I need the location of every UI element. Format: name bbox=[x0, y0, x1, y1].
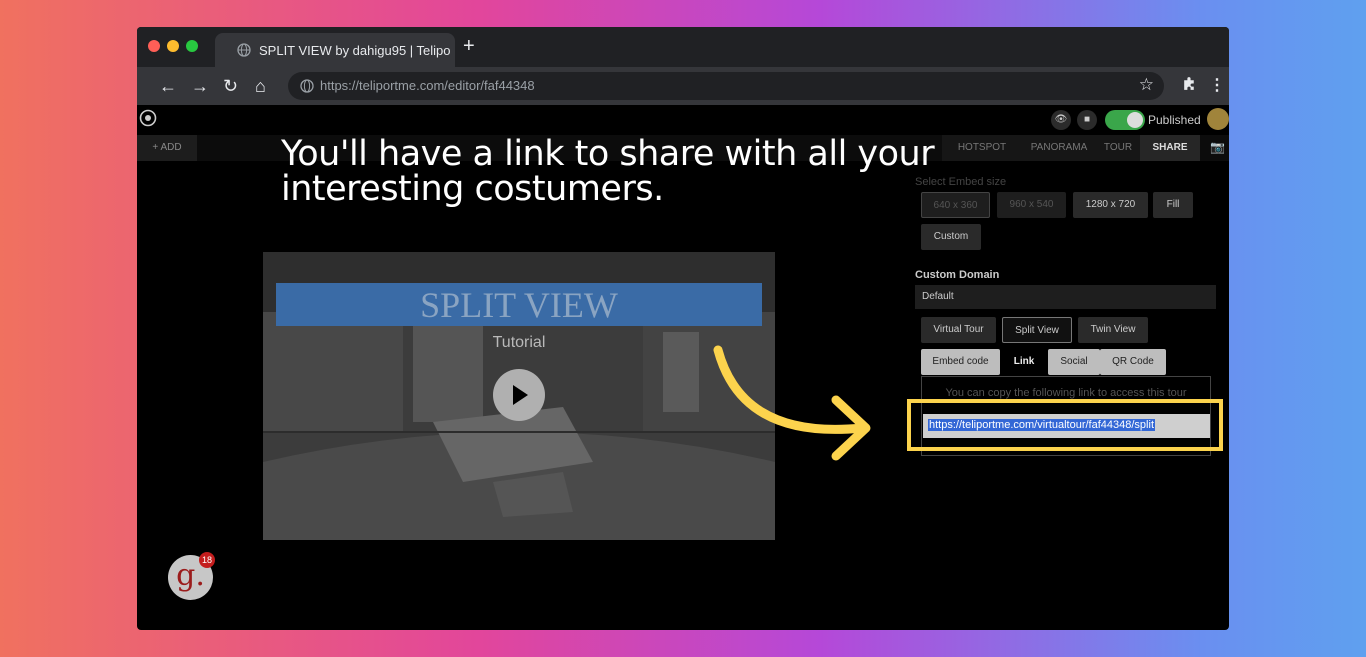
tab-tour[interactable]: TOUR bbox=[1096, 135, 1140, 161]
link-info-text: You can copy the following link to acces… bbox=[945, 387, 1187, 399]
back-icon[interactable]: ← bbox=[159, 76, 177, 96]
size-1280-button[interactable]: 1280 x 720 bbox=[1073, 192, 1148, 218]
new-tab-button[interactable]: + bbox=[463, 36, 475, 56]
link-highlight-box bbox=[907, 399, 1223, 451]
heading-line-2: interesting costumers. bbox=[281, 169, 664, 209]
embed-code-tab[interactable]: Embed code bbox=[921, 349, 1000, 375]
tab-title: SPLIT VIEW by dahigu95 | Telipo bbox=[259, 43, 451, 58]
home-icon[interactable]: ⌂ bbox=[255, 76, 266, 96]
puzzle-icon[interactable] bbox=[1181, 76, 1198, 93]
embed-size-label: Select Embed size bbox=[915, 176, 1007, 188]
notification-count-badge: 18 bbox=[199, 552, 215, 568]
custom-domain-select[interactable]: Default bbox=[915, 285, 1216, 309]
curved-arrow-icon bbox=[713, 345, 871, 461]
camera-icon[interactable]: 📷 bbox=[1210, 140, 1225, 154]
minimize-window-button[interactable] bbox=[167, 40, 179, 52]
link-tab[interactable]: Link bbox=[1000, 349, 1048, 375]
tab-share[interactable]: SHARE bbox=[1140, 135, 1200, 161]
virtual-tour-button[interactable]: Virtual Tour bbox=[921, 317, 996, 343]
editor-top-bar: 👁 ■ Published bbox=[137, 105, 1229, 135]
size-960-button[interactable]: 960 x 540 bbox=[997, 192, 1066, 218]
toggle-knob bbox=[1127, 112, 1143, 128]
tab-panorama[interactable]: PANORAMA bbox=[1022, 135, 1096, 161]
title-bar: SPLIT VIEW by dahigu95 | Telipo + bbox=[137, 27, 1229, 67]
publish-toggle[interactable] bbox=[1105, 110, 1145, 130]
user-avatar[interactable] bbox=[1207, 108, 1229, 130]
twin-view-button[interactable]: Twin View bbox=[1078, 317, 1148, 343]
size-custom-button[interactable]: Custom bbox=[921, 224, 981, 250]
split-view-button[interactable]: Split View bbox=[1002, 317, 1072, 343]
custom-domain-label: Custom Domain bbox=[915, 269, 1000, 281]
video-title-banner: SPLIT VIEW bbox=[276, 283, 762, 326]
qr-code-tab[interactable]: QR Code bbox=[1100, 349, 1166, 375]
save-icon[interactable]: ■ bbox=[1077, 110, 1097, 130]
heading-line-1: You'll have a link to share with all you… bbox=[281, 134, 935, 174]
browser-window: SPLIT VIEW by dahigu95 | Telipo + ← → ↻ … bbox=[137, 27, 1229, 630]
reload-icon[interactable]: ↻ bbox=[223, 76, 238, 96]
preview-eye-icon[interactable]: 👁 bbox=[1051, 110, 1071, 130]
forward-icon[interactable]: → bbox=[191, 76, 209, 96]
close-window-button[interactable] bbox=[148, 40, 160, 52]
size-fill-button[interactable]: Fill bbox=[1153, 192, 1193, 218]
url-text[interactable]: https://teliportme.com/editor/faf44348 bbox=[320, 78, 535, 93]
video-preview[interactable]: SPLIT VIEW Tutorial bbox=[263, 252, 775, 540]
published-label: Published bbox=[1148, 113, 1201, 127]
browser-menu-icon[interactable]: ⋮ bbox=[1209, 75, 1225, 95]
browser-tab[interactable]: SPLIT VIEW by dahigu95 | Telipo bbox=[215, 33, 455, 67]
tutorial-heading: You'll have a link to share with all you… bbox=[281, 137, 981, 207]
globe-icon bbox=[237, 43, 251, 57]
social-tab[interactable]: Social bbox=[1048, 349, 1100, 375]
add-button[interactable]: + ADD bbox=[137, 135, 197, 161]
play-button[interactable] bbox=[493, 369, 545, 421]
maximize-window-button[interactable] bbox=[186, 40, 198, 52]
address-bar[interactable]: https://teliportme.com/editor/faf44348 ☆ bbox=[288, 72, 1164, 100]
browser-toolbar: ← → ↻ ⌂ https://teliportme.com/editor/fa… bbox=[137, 67, 1229, 105]
video-subtitle: Tutorial bbox=[492, 334, 546, 351]
size-640-button[interactable]: 640 x 360 bbox=[921, 192, 990, 218]
site-info-icon[interactable] bbox=[300, 79, 314, 93]
teliportme-logo-icon[interactable] bbox=[139, 109, 157, 127]
bookmark-star-icon[interactable]: ☆ bbox=[1139, 75, 1154, 95]
